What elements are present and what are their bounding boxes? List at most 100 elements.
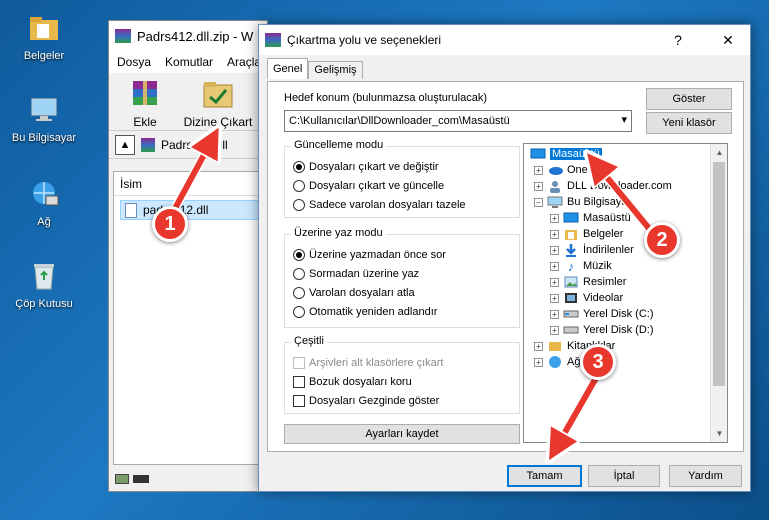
expand-icon[interactable]: + bbox=[550, 261, 559, 271]
desktop-icon-computer[interactable]: Bu Bilgisayar bbox=[4, 92, 84, 144]
tree-item-onedrive[interactable]: + OneDrive bbox=[534, 162, 613, 178]
tree-item-this-pc[interactable]: − Bu Bilgisayar bbox=[534, 194, 631, 210]
destination-path-combo[interactable]: C:\Kullanıcılar\DllDownloader_com\Masaüs… bbox=[284, 110, 632, 132]
expand-icon[interactable]: + bbox=[534, 341, 543, 351]
overwrite-option-ask[interactable]: Üzerine yazmadan önce sor bbox=[293, 249, 446, 261]
tab-advanced[interactable]: Gelişmiş bbox=[308, 61, 363, 79]
tree-item-label: Bu Bilgisayar bbox=[567, 196, 632, 208]
chevron-down-icon[interactable]: ▾ bbox=[621, 113, 627, 126]
expand-icon[interactable]: + bbox=[534, 357, 543, 367]
expand-icon[interactable]: + bbox=[550, 309, 559, 319]
tab-general[interactable]: Genel bbox=[267, 58, 309, 79]
checkbox[interactable] bbox=[293, 395, 305, 407]
network-icon bbox=[26, 176, 62, 212]
tree-item-network[interactable]: + Ağ bbox=[534, 354, 580, 370]
tree-item-pictures[interactable]: + Resimler bbox=[550, 274, 626, 290]
tree-item-label: Masaüstü bbox=[583, 212, 631, 224]
new-folder-button[interactable]: Yeni klasör bbox=[646, 112, 732, 134]
misc-option-show-in-explorer[interactable]: Dosyaları Gezginde göster bbox=[293, 395, 439, 407]
radio-selected[interactable] bbox=[293, 249, 305, 261]
extract-to-button[interactable]: Dizine Çıkart bbox=[183, 77, 253, 129]
file-row[interactable]: padrs412.dll bbox=[120, 200, 260, 220]
tree-item-downloads[interactable]: + İndirilenler bbox=[550, 242, 634, 258]
overwrite-mode-group: Üzerine yaz modu Üzerine yazmadan önce s… bbox=[284, 227, 520, 328]
menu-file[interactable]: Dosya bbox=[117, 55, 151, 69]
radio-unselected[interactable] bbox=[293, 306, 305, 318]
tree-scrollbar[interactable]: ▲ ▼ bbox=[710, 144, 727, 442]
tree-item-documents[interactable]: + Belgeler bbox=[550, 226, 623, 242]
tree-item-label: Belgeler bbox=[583, 228, 624, 240]
desktop-icon-network[interactable]: Ağ bbox=[4, 176, 84, 228]
expand-icon[interactable]: + bbox=[550, 229, 559, 239]
tree-item-label: Masaüstü bbox=[550, 148, 602, 160]
radio-unselected[interactable] bbox=[293, 287, 305, 299]
overwrite-option-skip[interactable]: Varolan dosyaları atla bbox=[293, 287, 415, 299]
expand-icon[interactable]: + bbox=[534, 181, 543, 191]
update-option-freshen[interactable]: Sadece varolan dosyaları tazele bbox=[293, 199, 466, 211]
desktop-icon bbox=[563, 211, 579, 225]
music-icon: ♪ bbox=[567, 258, 575, 274]
update-mode-group: Güncelleme modu Dosyaları çıkart ve deği… bbox=[284, 139, 520, 218]
desktop-icon-label: Bu Bilgisayar bbox=[11, 132, 77, 144]
option-label: Dosyaları Gezginde göster bbox=[309, 395, 440, 407]
menu-commands[interactable]: Komutlar bbox=[165, 55, 213, 69]
overwrite-option-without-prompt[interactable]: Sormadan üzerine yaz bbox=[293, 268, 419, 280]
radio-selected[interactable] bbox=[293, 161, 305, 173]
radio-unselected[interactable] bbox=[293, 199, 305, 211]
radio-unselected[interactable] bbox=[293, 180, 305, 192]
add-button[interactable]: Ekle bbox=[117, 77, 173, 129]
scroll-up-icon[interactable]: ▲ bbox=[711, 144, 727, 161]
onedrive-icon bbox=[547, 163, 563, 177]
tree-item-user[interactable]: + DLL Downloader.com bbox=[534, 178, 672, 194]
help-title-button[interactable]: ? bbox=[656, 25, 700, 55]
desktop-icon bbox=[530, 147, 546, 161]
expand-icon[interactable]: + bbox=[550, 293, 559, 303]
tree-item-disk-c[interactable]: + Yerel Disk (C:) bbox=[550, 306, 654, 322]
help-button[interactable]: Yardım bbox=[669, 465, 742, 487]
expand-icon[interactable]: + bbox=[534, 165, 543, 175]
tree-item-label: DLL Downloader.com bbox=[567, 180, 672, 192]
tree-item-music[interactable]: + ♪ Müzik bbox=[550, 258, 612, 274]
winrar-title: Padrs412.dll.zip - W bbox=[137, 28, 254, 44]
checkbox[interactable] bbox=[293, 376, 305, 388]
collapse-icon[interactable]: − bbox=[534, 197, 543, 207]
up-folder-button[interactable]: ▲ bbox=[115, 134, 135, 155]
tree-item-videos[interactable]: + Videolar bbox=[550, 290, 623, 306]
save-settings-button[interactable]: Ayarları kaydet bbox=[284, 424, 520, 444]
tree-item-this-pc-desktop[interactable]: + Masaüstü bbox=[550, 210, 631, 226]
annotation-badge-1: 1 bbox=[152, 206, 188, 242]
recycle-bin-icon bbox=[26, 258, 62, 294]
tree-item-disk-d[interactable]: + Yerel Disk (D:) bbox=[550, 322, 654, 338]
tree-item-label: Resimler bbox=[583, 276, 627, 288]
menu-tools[interactable]: Araçla bbox=[227, 55, 261, 69]
tree-item-desktop[interactable]: Masaüstü bbox=[530, 146, 602, 162]
column-header-name[interactable]: İsim bbox=[114, 172, 266, 196]
documents-icon bbox=[563, 227, 579, 241]
update-option-update[interactable]: Dosyaları çıkart ve güncelle bbox=[293, 180, 444, 192]
folder-tree[interactable]: Masaüstü + OneDrive + DLL Downloader.com… bbox=[523, 143, 728, 443]
ok-button[interactable]: Tamam bbox=[507, 465, 582, 487]
overwrite-option-rename[interactable]: Otomatik yeniden adlandır bbox=[293, 306, 437, 318]
desktop-icon-documents[interactable]: Belgeler bbox=[4, 10, 84, 62]
desktop-icon-recycle-bin[interactable]: Çöp Kutusu bbox=[4, 258, 84, 310]
network-icon bbox=[547, 355, 563, 369]
archive-path: Padrs412.dll bbox=[161, 137, 228, 152]
computer-icon bbox=[547, 195, 563, 209]
option-label: Arşivleri alt klasörlere çıkart bbox=[309, 357, 444, 369]
winrar-toolbar: Ekle Dizine Çıkart bbox=[109, 73, 267, 131]
expand-icon[interactable]: + bbox=[550, 213, 559, 223]
cancel-button[interactable]: İptal bbox=[588, 465, 660, 487]
drive-status-icon bbox=[115, 474, 129, 484]
close-icon[interactable]: ✕ bbox=[706, 25, 750, 55]
update-option-replace[interactable]: Dosyaları çıkart ve değiştir bbox=[293, 161, 439, 173]
misc-option-keep-broken[interactable]: Bozuk dosyaları koru bbox=[293, 376, 412, 388]
show-button[interactable]: Göster bbox=[646, 88, 732, 110]
expand-icon[interactable]: + bbox=[550, 245, 559, 255]
drive-icon bbox=[563, 307, 579, 321]
annotation-badge-2: 2 bbox=[644, 222, 680, 258]
scroll-down-icon[interactable]: ▼ bbox=[711, 425, 727, 442]
expand-icon[interactable]: + bbox=[550, 325, 559, 335]
expand-icon[interactable]: + bbox=[550, 277, 559, 287]
radio-unselected[interactable] bbox=[293, 268, 305, 280]
scrollbar-thumb[interactable] bbox=[713, 162, 725, 386]
